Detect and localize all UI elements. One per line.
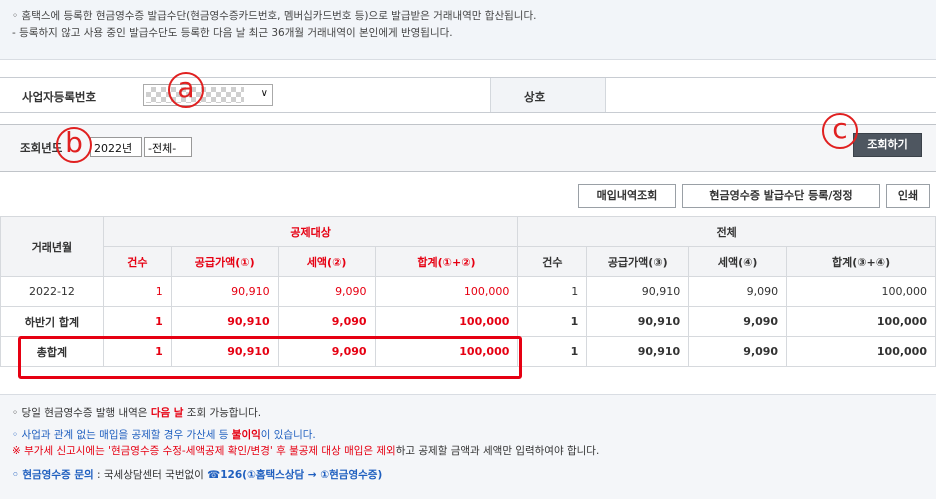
group-deduct-header: 공제대상	[102, 216, 519, 247]
notice-line-2: - 등록하지 않고 사용 중인 발급수단도 등록한 다음 날 최근 36개월 거…	[12, 27, 453, 39]
group-total-header: 전체	[517, 216, 936, 247]
business-row	[0, 77, 936, 113]
sangho-label: 상호	[524, 90, 546, 104]
note-2-tail: 이 있습니다.	[260, 429, 316, 441]
register-receipt-method-button[interactable]: 현금영수증 발급수단 등록/정정	[682, 184, 880, 208]
cell-count: 1	[102, 306, 172, 337]
table-row: 2022-12 1 90,910 9,090 100,000 1 90,910 …	[0, 276, 936, 307]
cell-tax: 9,090	[277, 276, 376, 307]
cell-supply: 90,910	[170, 276, 279, 307]
cell-count: 1	[102, 276, 172, 307]
note-2-text: ◦ 사업과 관계 없는 매입을 공제할 경우 가산세 등	[12, 429, 232, 441]
cell-sum: 100,000	[374, 276, 519, 307]
annotation-b: b	[56, 127, 92, 163]
search-button[interactable]: 조회하기	[853, 133, 922, 157]
note-2: ◦ 사업과 관계 없는 매입을 공제할 경우 가산세 등 불이익이 있습니다.	[12, 427, 924, 443]
col-trade-month: 거래년월	[0, 216, 104, 277]
annotation-c: c	[822, 113, 858, 149]
note-1-text: ◦ 당일 현금영수증 발행 내역은	[12, 407, 151, 419]
notice-top: ◦ 홈택스에 등록한 현금영수증 발급수단(현금영수증카드번호, 멤버십카드번호…	[0, 0, 936, 60]
note-3: ※ 부가세 신고시에는 '현금영수증 수정-세액공제 확인/변경' 후 불공제 …	[12, 443, 924, 459]
cell-supply-total: 90,910	[586, 306, 690, 337]
note-3-tail: 하고 공제할 금액과 세액만 입력하여야 합니다.	[395, 445, 600, 457]
note-1: ◦ 당일 현금영수증 발행 내역은 다음 날 조회 가능합니다.	[12, 405, 924, 421]
notice-line-1: ◦ 홈택스에 등록한 현금영수증 발급수단(현금영수증카드번호, 멤버십카드번호…	[12, 10, 537, 22]
sangho-label-cell	[490, 78, 606, 112]
chevron-down-icon: ∨	[260, 88, 268, 99]
period-select[interactable]: -전체-	[144, 137, 192, 157]
note-4: ◦ 현금영수증 문의 : 국세상담센터 국번없이 ☎126(①홈택스상담 → ①…	[12, 467, 924, 483]
cell-sum-total: 100,000	[786, 276, 936, 307]
cell-supply-total: 90,910	[586, 336, 690, 367]
col-supply-3: 공급가액(③)	[586, 246, 690, 277]
biz-number-select[interactable]: ∨	[143, 84, 273, 106]
cell-tax: 9,090	[277, 306, 376, 337]
table-row-half-total: 하반기 합계 1 90,910 9,090 100,000 1 90,910 9…	[0, 306, 936, 337]
cell-count-total: 1	[517, 336, 588, 367]
cell-tax-total: 9,090	[688, 306, 788, 337]
cell-sum: 100,000	[374, 306, 519, 337]
note-4-phone: ☎126(①홈택스상담 → ①현금영수증)	[207, 469, 383, 481]
col-count-total: 건수	[517, 246, 588, 277]
col-sum-34: 합계(③+④)	[786, 246, 936, 277]
note-1-tail: 조회 가능합니다.	[183, 407, 262, 419]
cell-tax-total: 9,090	[688, 336, 788, 367]
col-tax-2: 세액(②)	[277, 246, 376, 277]
cell-count-total: 1	[517, 276, 588, 307]
col-supply-1: 공급가액(①)	[170, 246, 279, 277]
col-tax-4: 세액(④)	[688, 246, 788, 277]
biz-number-label: 사업자등록번호	[22, 90, 97, 104]
print-button[interactable]: 인쇄	[886, 184, 930, 208]
note-1-highlight: 다음 날	[150, 407, 184, 419]
year-select[interactable]: 2022년	[90, 137, 142, 157]
cell-tax-total: 9,090	[688, 276, 788, 307]
cell-sum-total: 100,000	[786, 336, 936, 367]
cell-supply-total: 90,910	[586, 276, 690, 307]
row-label: 2022-12	[0, 276, 104, 307]
notes-panel: ◦ 당일 현금영수증 발행 내역은 다음 날 조회 가능합니다. ◦ 사업과 관…	[0, 394, 936, 499]
col-count: 건수	[102, 246, 172, 277]
note-3-text: ※ 부가세 신고시에는 '현금영수증 수정-세액공제 확인/변경' 후 불공제 …	[12, 445, 396, 457]
purchase-history-button[interactable]: 매입내역조회	[578, 184, 676, 208]
cell-supply: 90,910	[170, 306, 279, 337]
note-4-text: : 국세상담센터 국번없이	[93, 469, 208, 481]
cell-sum-total: 100,000	[786, 306, 936, 337]
note-2-highlight: 불이익	[231, 429, 261, 441]
note-4-title: ◦ 현금영수증 문의	[12, 469, 94, 481]
highlight-box	[18, 336, 522, 379]
col-sum-12: 합계(①+②)	[374, 246, 519, 277]
row-label: 하반기 합계	[0, 306, 104, 337]
annotation-a: a	[168, 72, 204, 108]
cell-count-total: 1	[517, 306, 588, 337]
